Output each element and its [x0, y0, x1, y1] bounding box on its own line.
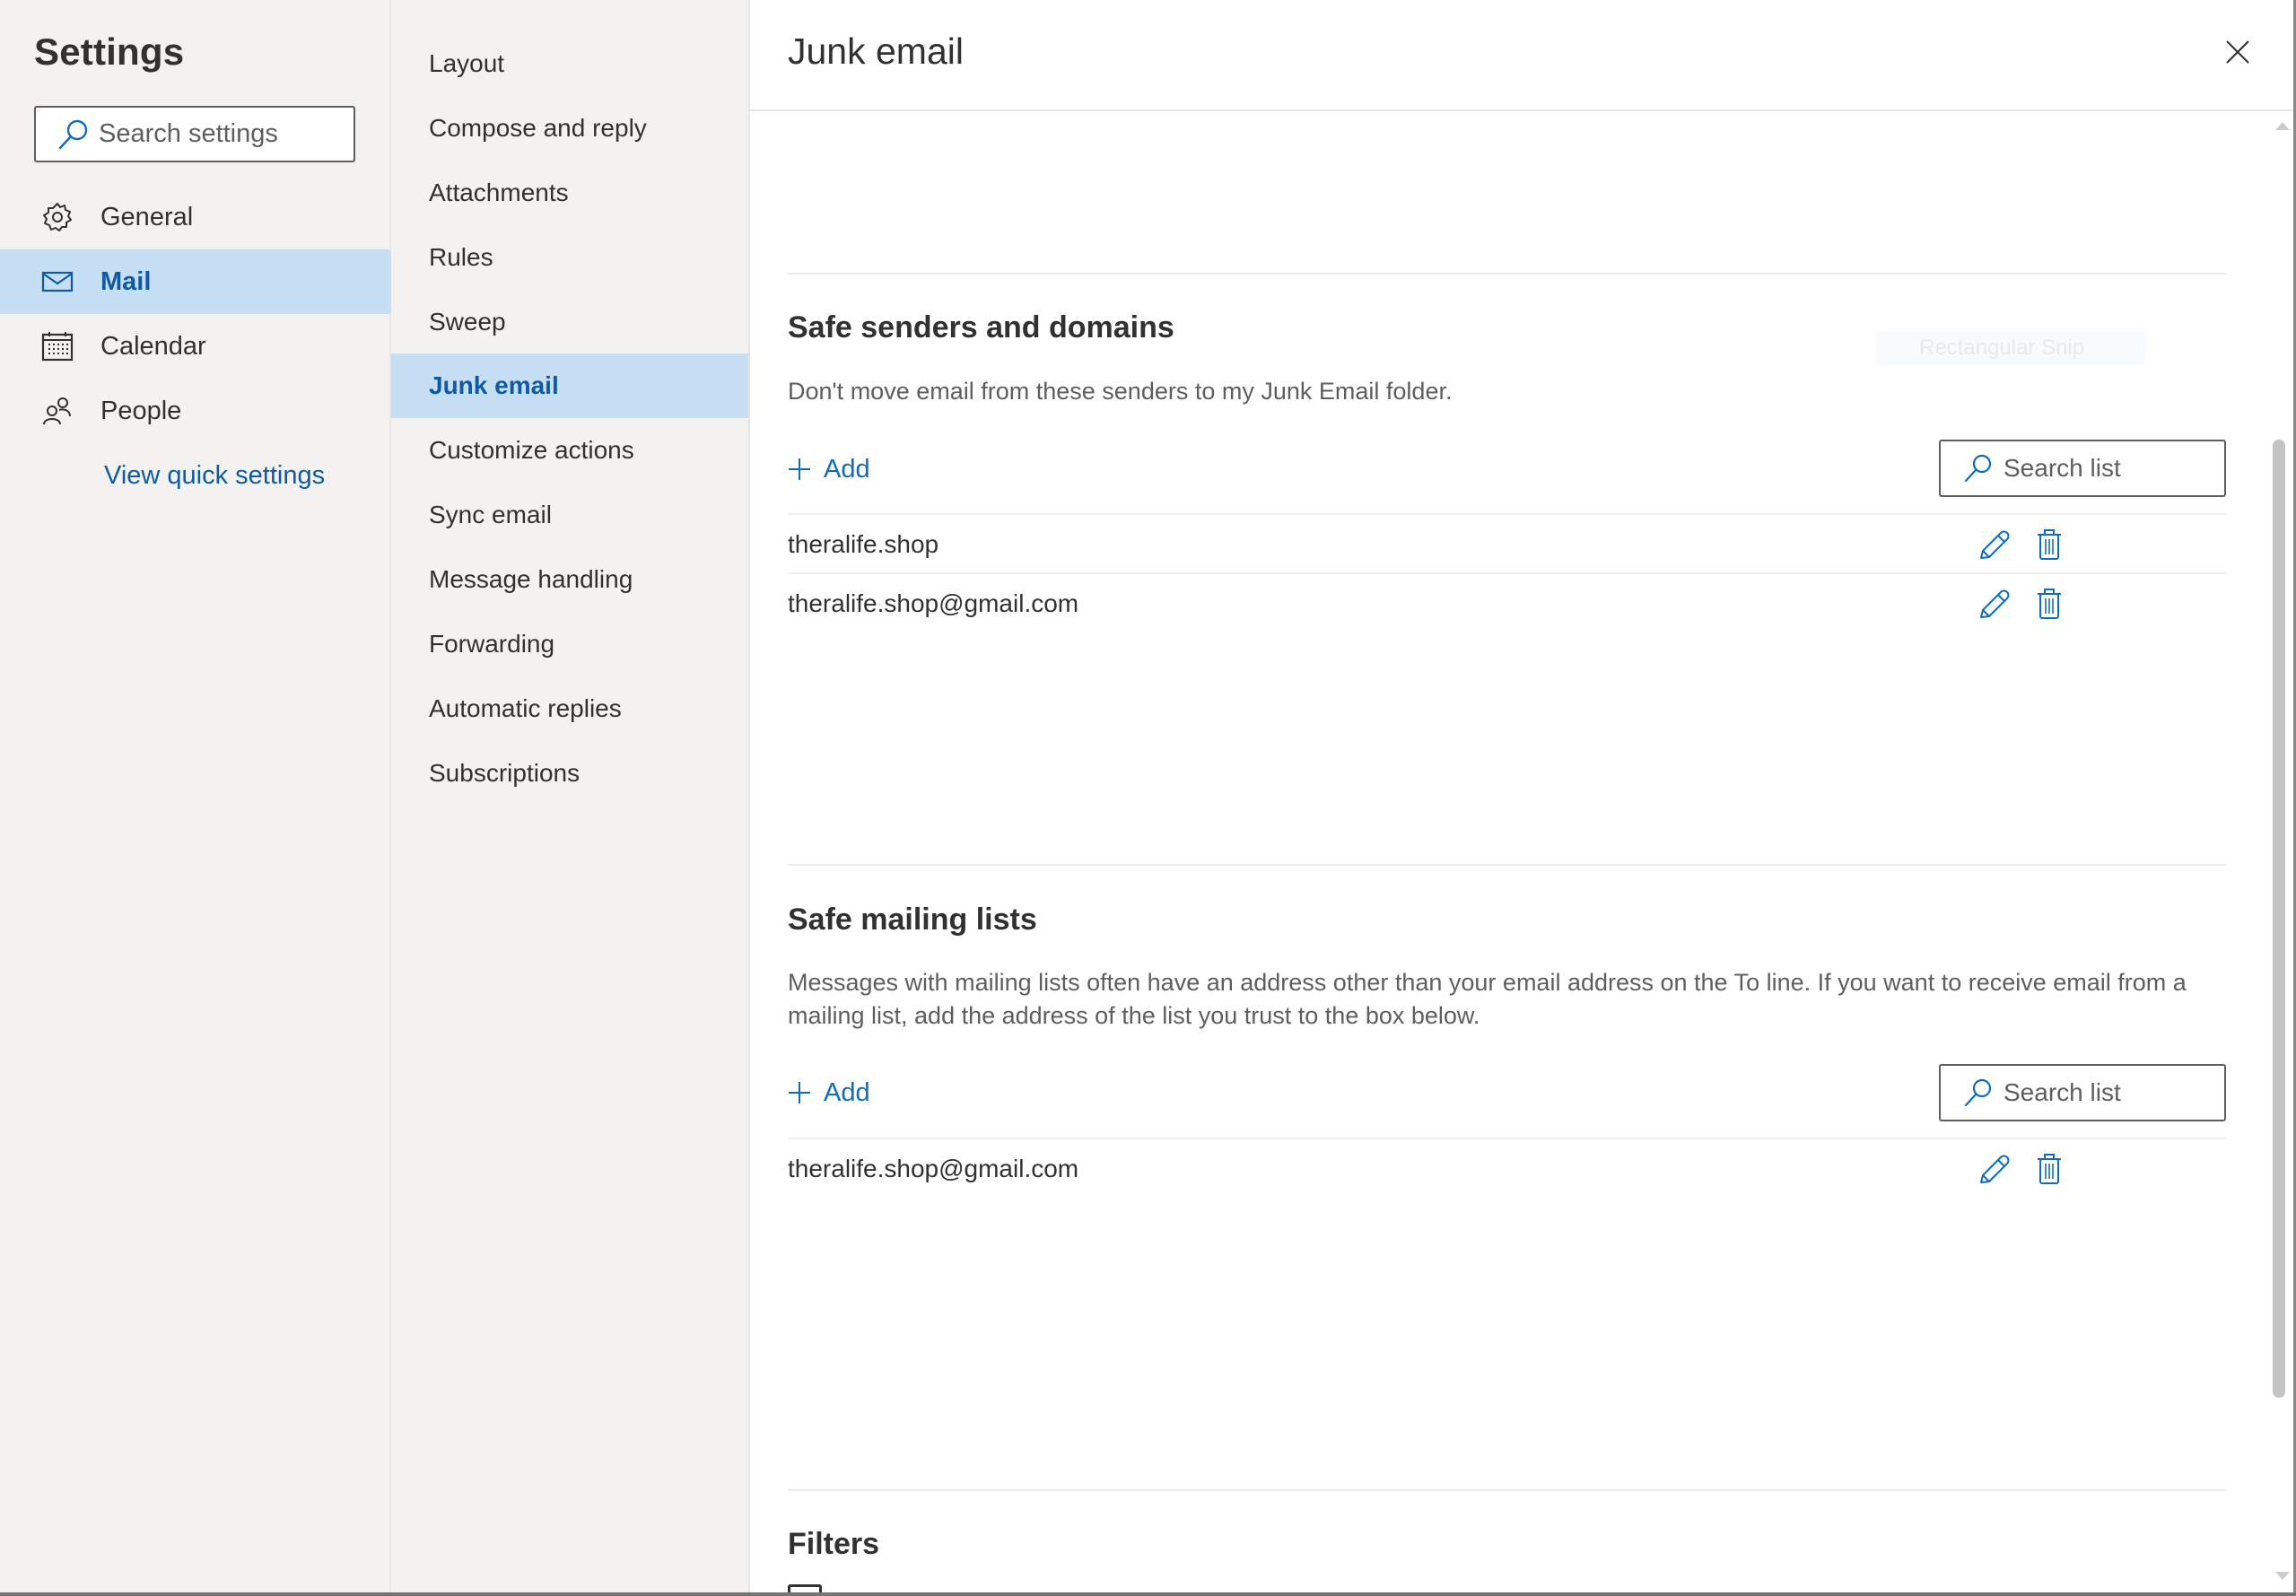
people-icon — [43, 397, 71, 425]
gear-icon — [43, 203, 72, 231]
safe-mailing-lists-add-button[interactable]: Add — [788, 1075, 870, 1111]
mail-nav-sweep[interactable]: Sweep — [391, 290, 748, 354]
calendar-icon — [41, 332, 74, 362]
sidebar-item-people[interactable]: People — [0, 379, 391, 443]
edit-pencil-icon[interactable] — [1977, 528, 2010, 561]
mail-nav-label: Subscriptions — [429, 759, 581, 787]
list-item-value: theralife.shop@gmail.com — [788, 589, 1079, 617]
scroll-down-arrow[interactable] — [2275, 1572, 2290, 1580]
mail-nav-automatic-replies[interactable]: Automatic replies — [391, 676, 748, 741]
mail-nav-label: Rules — [429, 243, 493, 271]
search-settings-placeholder: Search settings — [99, 119, 278, 148]
list-item: theralife.shop@gmail.com — [788, 575, 2226, 632]
mail-icon — [41, 271, 74, 292]
plus-icon — [789, 458, 810, 480]
view-quick-settings-link[interactable]: View quick settings — [104, 461, 325, 491]
scroll-up-arrow[interactable] — [2275, 122, 2290, 130]
safe-mailing-lists-heading: Safe mailing lists — [788, 903, 1037, 937]
sidebar-item-label: General — [100, 202, 194, 231]
delete-trash-icon[interactable] — [2037, 588, 2062, 620]
list-item-value: theralife.shop — [788, 530, 939, 558]
sidebar-item-label: People — [100, 396, 182, 425]
edit-pencil-icon[interactable] — [1977, 1153, 2010, 1185]
search-list-placeholder: Search list — [2004, 1078, 2121, 1106]
snip-overlay-label: Rectangular Snip — [1919, 336, 2085, 360]
mail-nav-label: Customize actions — [429, 436, 634, 464]
search-settings-input[interactable]: Search settings — [34, 106, 355, 162]
mail-nav-junk-email[interactable]: Junk email — [391, 353, 748, 418]
junk-email-panel: Junk email Safe senders and domains Rect… — [750, 0, 2296, 1596]
add-label: Add — [824, 1077, 870, 1107]
row-divider — [788, 1138, 2226, 1139]
safe-senders-heading: Safe senders and domains — [788, 310, 1174, 344]
snip-overlay: Rectangular Snip — [1876, 331, 2145, 365]
close-icon[interactable] — [2222, 36, 2254, 68]
mail-nav-label: Junk email — [429, 371, 559, 399]
search-list-placeholder: Search list — [2004, 454, 2121, 482]
safe-senders-description: Don't move email from these senders to m… — [788, 378, 1453, 405]
section-divider — [788, 273, 2226, 275]
plus-icon — [789, 1082, 810, 1103]
scrollbar-thumb[interactable] — [2273, 440, 2285, 1398]
safe-mailing-lists-description: Messages with mailing lists often have a… — [788, 969, 2187, 1029]
search-icon — [1964, 1078, 1992, 1107]
settings-title: Settings — [34, 31, 185, 73]
row-divider — [788, 572, 2226, 574]
mail-nav-customize-actions[interactable]: Customize actions — [391, 418, 748, 483]
mail-nav-label: Sweep — [429, 308, 506, 336]
safe-senders-search-input[interactable]: Search list — [1939, 440, 2226, 497]
mail-nav-sync-email[interactable]: Sync email — [391, 483, 748, 547]
search-icon — [58, 119, 88, 149]
settings-sidebar: Settings Search settings General Mail Ca… — [0, 0, 391, 1596]
filters-heading: Filters — [788, 1527, 880, 1561]
mail-nav-label: Sync email — [429, 501, 552, 528]
add-label: Add — [824, 454, 870, 484]
mail-nav-label: Automatic replies — [429, 694, 622, 722]
mail-nav-label: Message handling — [429, 565, 633, 593]
mail-nav-label: Attachments — [429, 179, 569, 206]
mail-nav-attachments[interactable]: Attachments — [391, 161, 748, 225]
panel-title: Junk email — [788, 31, 964, 72]
mail-nav-message-handling[interactable]: Message handling — [391, 547, 748, 612]
mail-nav-rules[interactable]: Rules — [391, 225, 748, 290]
delete-trash-icon[interactable] — [2037, 528, 2062, 561]
sidebar-item-general[interactable]: General — [0, 185, 391, 249]
list-item: theralife.shop@gmail.com — [788, 1140, 2226, 1198]
mail-nav-compose-and-reply[interactable]: Compose and reply — [391, 96, 748, 161]
mail-nav-forwarding[interactable]: Forwarding — [391, 612, 748, 676]
section-divider — [788, 864, 2226, 866]
list-item: theralife.shop — [788, 516, 2226, 573]
taskbar-edge — [0, 1592, 2296, 1596]
delete-trash-icon[interactable] — [2037, 1153, 2062, 1185]
mail-nav-subscriptions[interactable]: Subscriptions — [391, 741, 748, 806]
sidebar-item-label: Calendar — [100, 331, 206, 361]
header-divider — [750, 109, 2296, 111]
safe-senders-add-button[interactable]: Add — [788, 451, 870, 487]
mail-nav-label: Forwarding — [429, 630, 555, 658]
mail-settings-nav: Layout Compose and reply Attachments Rul… — [391, 0, 750, 1596]
section-divider — [788, 1489, 2226, 1491]
search-icon — [1964, 454, 1992, 483]
edit-pencil-icon[interactable] — [1977, 588, 2010, 620]
sidebar-item-mail[interactable]: Mail — [0, 249, 391, 314]
mail-nav-layout[interactable]: Layout — [391, 31, 748, 96]
list-item-value: theralife.shop@gmail.com — [788, 1155, 1079, 1182]
sidebar-item-calendar[interactable]: Calendar — [0, 314, 391, 379]
safe-mailing-lists-search-input[interactable]: Search list — [1939, 1064, 2226, 1121]
sidebar-item-label: Mail — [100, 266, 152, 296]
mail-nav-label: Layout — [429, 49, 505, 77]
row-divider — [788, 513, 2226, 515]
mail-nav-label: Compose and reply — [429, 114, 647, 142]
